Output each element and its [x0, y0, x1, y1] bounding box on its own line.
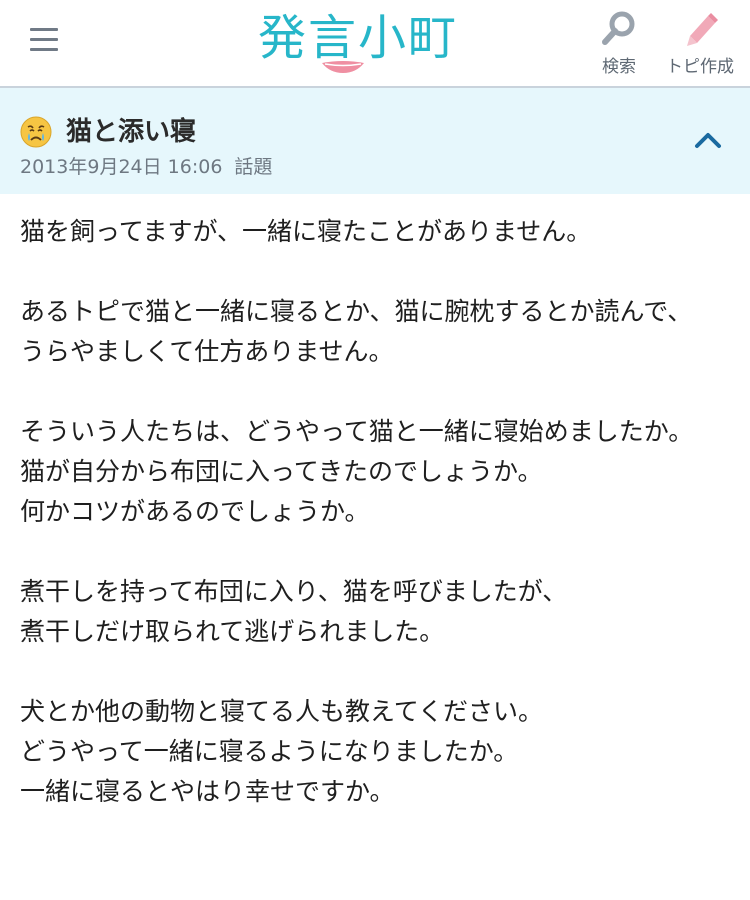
site-header: 発言小町 検索 トピ作成: [0, 0, 750, 88]
body-paragraph: 煮干しを持って布団に入り、猫を呼びましたが、 煮干しだけ取られて逃げられました。: [20, 577, 568, 646]
pencil-icon: [687, 13, 718, 46]
chevron-up-icon[interactable]: [692, 126, 724, 154]
search-icon: [602, 11, 635, 45]
logo-text: 発言小町: [258, 10, 459, 66]
topic-header: 猫と添い寝 2013年9月24日 16:06 話題: [0, 88, 750, 194]
lips-icon: [322, 61, 364, 73]
topic-category[interactable]: 話題: [234, 156, 272, 178]
topic-meta: 2013年9月24日 16:06 話題: [20, 152, 272, 179]
body-paragraph: あるトピで猫と一緒に寝るとか、猫に腕枕するとか読んで、 うらやましくて仕方ありま…: [20, 297, 693, 366]
body-paragraph: 猫を飼ってますが、一緒に寝たことがありません。: [20, 217, 592, 246]
topic-date: 2013年9月24日 16:06: [20, 156, 223, 178]
topic-title: 猫と添い寝: [66, 117, 197, 147]
body-paragraph: そういう人たちは、どうやって猫と一緒に寝始めましたか。 猫が自分から布団に入って…: [20, 417, 694, 526]
search-label: 検索: [602, 57, 636, 77]
body-paragraph: 犬とか他の動物と寝てる人も教えてください。 どうやって一緒に寝るようになりました…: [20, 697, 544, 806]
topic-body: 猫を飼ってますが、一緒に寝たことがありません。 あるトピで猫と一緒に寝るとか、猫…: [20, 212, 725, 852]
hamburger-menu-icon[interactable]: [30, 26, 60, 54]
search-button[interactable]: 検索: [596, 10, 642, 77]
site-logo[interactable]: 発言小町: [258, 8, 494, 78]
create-topic-label: トピ作成: [666, 57, 734, 77]
crying-face-icon: [20, 116, 52, 148]
create-topic-button[interactable]: トピ作成: [662, 10, 738, 77]
